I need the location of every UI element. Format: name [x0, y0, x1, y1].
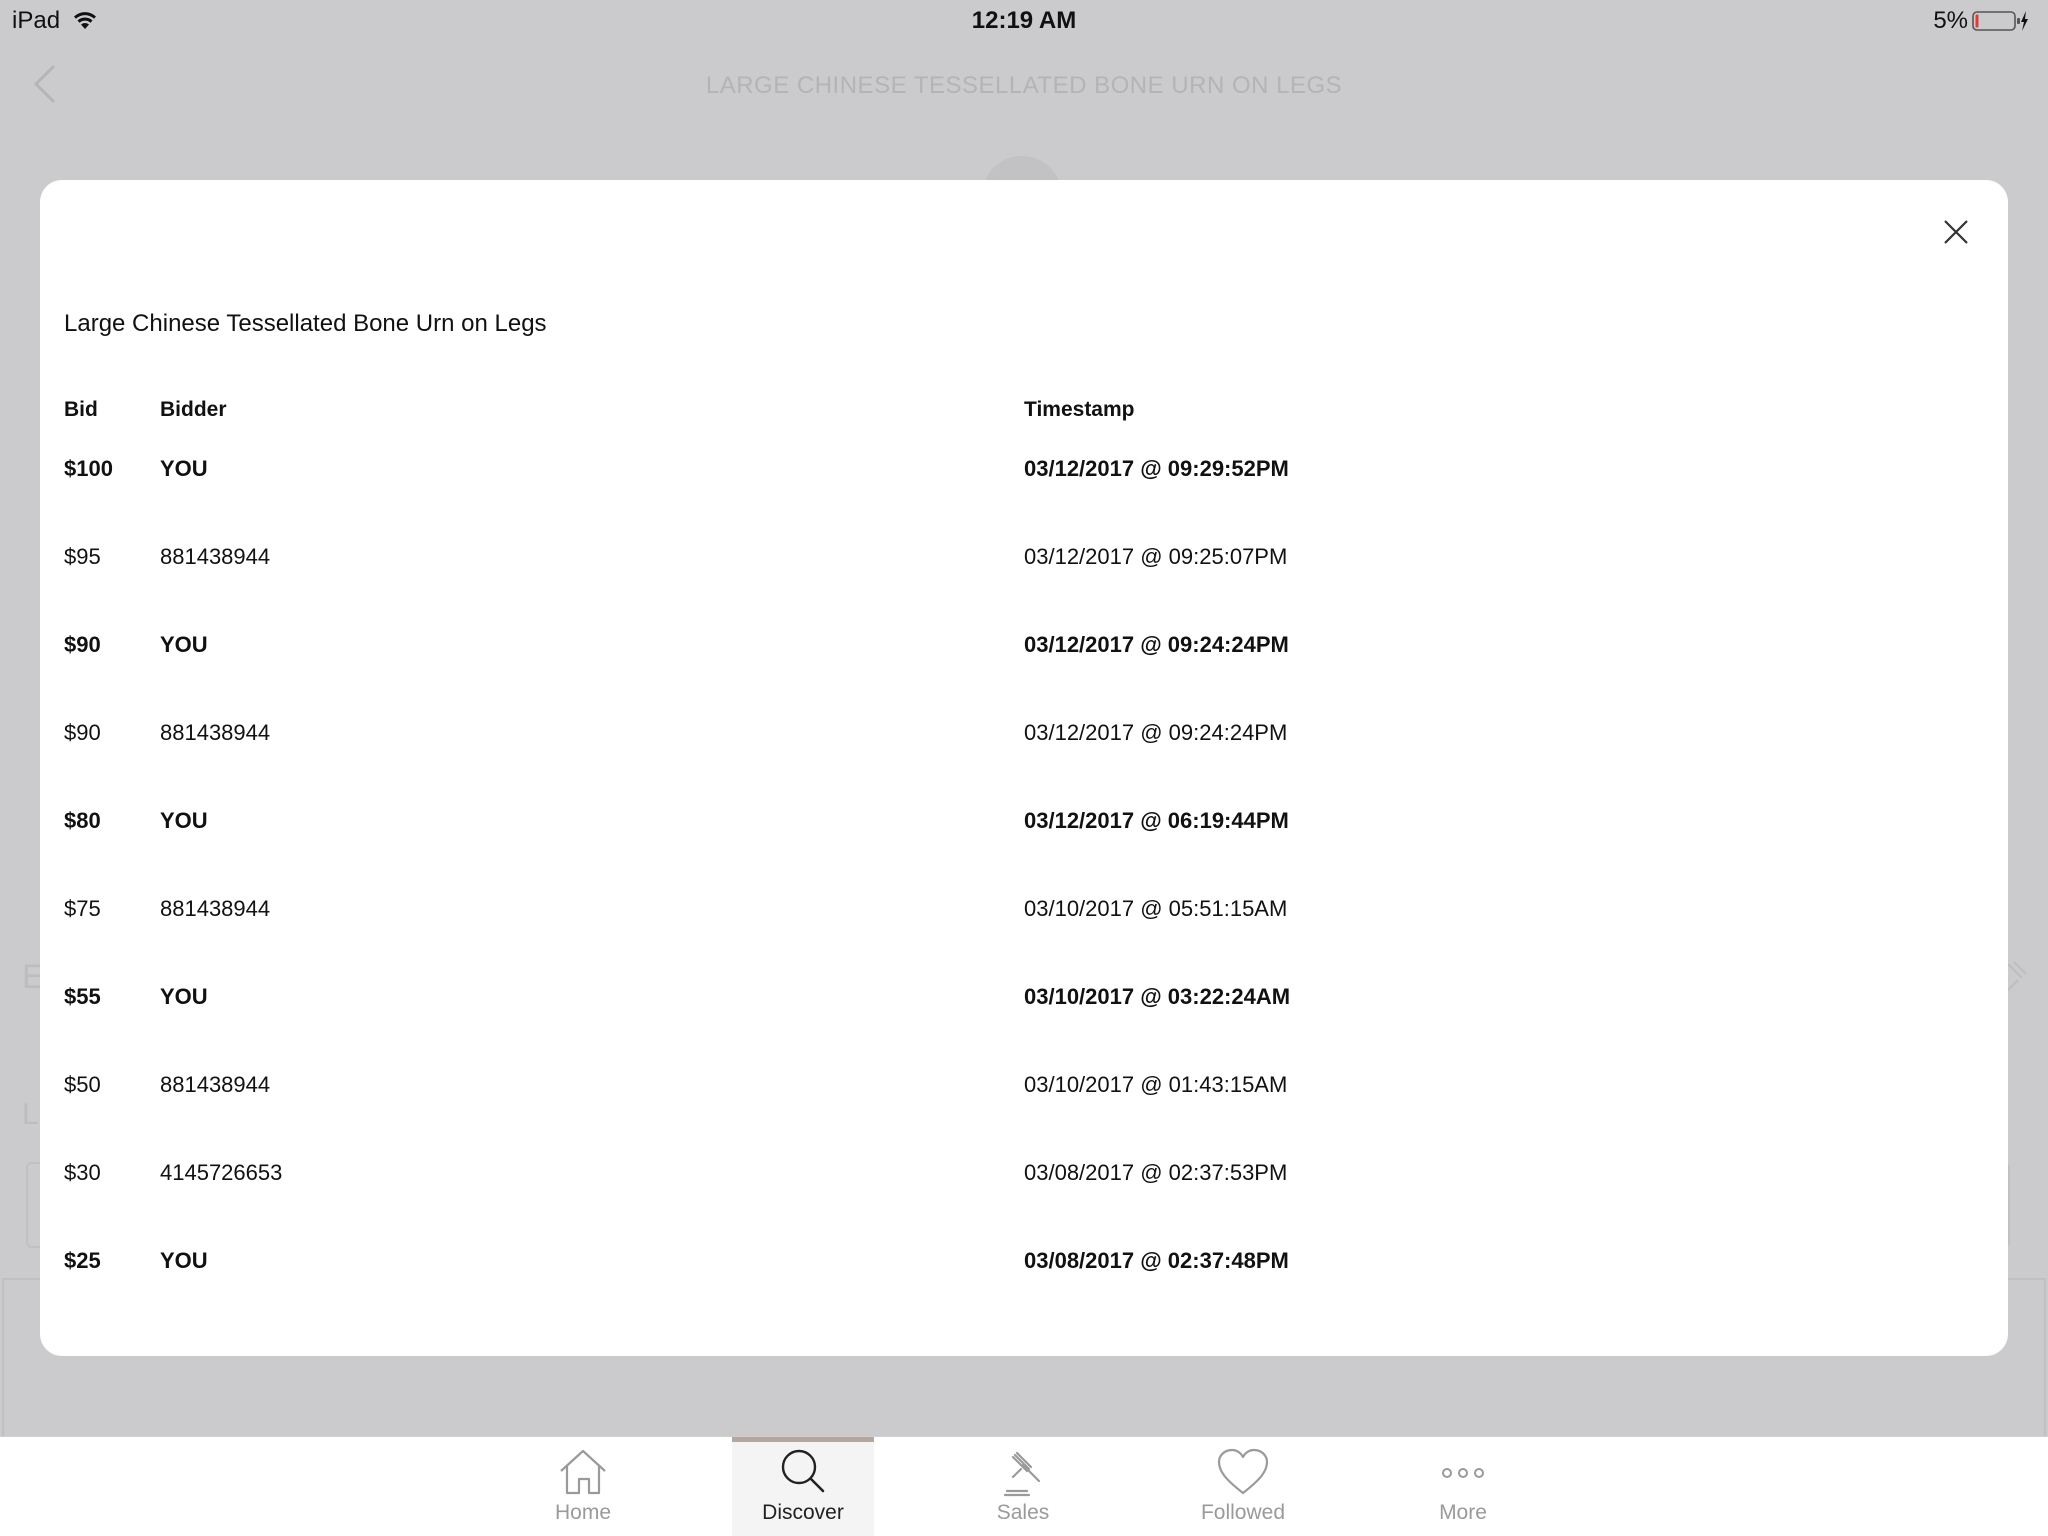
- table-row: $50 881438944 03/10/2017 @ 01:43:15AM: [64, 1072, 1964, 1160]
- table-row: $100 YOU 03/12/2017 @ 09:29:52PM: [64, 456, 1964, 544]
- bidder-id: 881438944: [160, 720, 271, 745]
- column-header-timestamp: Timestamp: [1024, 398, 1135, 421]
- table-row: $95 881438944 03/12/2017 @ 09:25:07PM: [64, 544, 1964, 632]
- close-icon: [1944, 220, 1968, 244]
- background-page-title: LARGE CHINESE TESSELLATED BONE URN ON LE…: [705, 72, 1343, 99]
- tab-label: Home: [554, 1501, 612, 1524]
- bidder-id: YOU: [160, 808, 208, 833]
- bidder-id: YOU: [160, 456, 208, 481]
- table-row: $75 881438944 03/10/2017 @ 05:51:15AM: [64, 896, 1964, 984]
- tab-followed[interactable]: Followed: [1172, 1437, 1314, 1536]
- bid-amount: $30: [64, 1160, 101, 1185]
- bidder-id: 4145726653: [160, 1160, 283, 1185]
- close-button[interactable]: [1934, 210, 1978, 254]
- bidder-id: YOU: [160, 1248, 208, 1273]
- column-header-bidder: Bidder: [160, 398, 227, 421]
- home-icon: [560, 1449, 606, 1495]
- bid-timestamp: 03/10/2017 @ 01:43:15AM: [1024, 1072, 1288, 1097]
- column-header-bid: Bid: [64, 398, 98, 421]
- battery-percentage: 5%: [1933, 7, 1968, 34]
- bid-amount: $75: [64, 896, 101, 921]
- heart-icon: [1217, 1448, 1269, 1495]
- background-text-fragment: L: [22, 1098, 39, 1131]
- bid-amount: $100: [64, 456, 113, 481]
- tab-bar: Home Discover Sales Followed More: [0, 1436, 2048, 1536]
- bidder-id: 881438944: [160, 544, 271, 569]
- bid-timestamp: 03/12/2017 @ 06:19:44PM: [1024, 808, 1289, 833]
- status-bar: iPad 12:19 AM 5%: [0, 0, 2048, 42]
- table-row: $90 881438944 03/12/2017 @ 09:24:24PM: [64, 720, 1964, 808]
- tab-label: Sales: [996, 1501, 1050, 1524]
- bid-history-table: Bid Bidder Timestamp $100 YOU 03/12/2017…: [64, 398, 1964, 1336]
- bid-timestamp: 03/12/2017 @ 09:25:07PM: [1024, 544, 1288, 569]
- battery-charging-icon: [1972, 11, 2028, 31]
- bid-history-modal: Large Chinese Tessellated Bone Urn on Le…: [40, 180, 2008, 1356]
- table-row: $55 YOU 03/10/2017 @ 03:22:24AM: [64, 984, 1964, 1072]
- bidder-id: YOU: [160, 984, 208, 1009]
- gavel-icon: [1003, 1451, 1041, 1497]
- table-header: Bid Bidder Timestamp: [64, 398, 1964, 456]
- more-dots-icon: [1442, 1468, 1484, 1478]
- bid-amount: $50: [64, 1072, 101, 1097]
- tab-discover[interactable]: Discover: [732, 1437, 874, 1536]
- bidder-id: YOU: [160, 632, 208, 657]
- table-row: $30 4145726653 03/08/2017 @ 02:37:53PM: [64, 1160, 1964, 1248]
- table-row: $90 YOU 03/12/2017 @ 09:24:24PM: [64, 632, 1964, 720]
- table-row: $80 YOU 03/12/2017 @ 06:19:44PM: [64, 808, 1964, 896]
- tab-more[interactable]: More: [1392, 1437, 1534, 1536]
- tab-sales[interactable]: Sales: [952, 1437, 1094, 1536]
- tab-label: Followed: [1200, 1501, 1286, 1524]
- bid-timestamp: 03/08/2017 @ 02:37:48PM: [1024, 1248, 1289, 1273]
- bid-timestamp: 03/10/2017 @ 03:22:24AM: [1024, 984, 1291, 1009]
- tab-home[interactable]: Home: [512, 1437, 654, 1536]
- bid-amount: $95: [64, 544, 101, 569]
- bid-amount: $55: [64, 984, 101, 1009]
- bid-amount: $25: [64, 1248, 101, 1273]
- bid-timestamp: 03/08/2017 @ 02:37:53PM: [1024, 1160, 1288, 1185]
- bid-timestamp: 03/12/2017 @ 09:24:24PM: [1024, 632, 1289, 657]
- search-icon: [781, 1449, 825, 1493]
- bid-amount: $90: [64, 720, 101, 745]
- table-row: $25 YOU 03/08/2017 @ 02:37:48PM: [64, 1248, 1964, 1336]
- bidder-id: 881438944: [160, 1072, 271, 1097]
- clock: 12:19 AM: [971, 7, 1077, 34]
- bidder-id: 881438944: [160, 896, 271, 921]
- bid-amount: $90: [64, 632, 101, 657]
- lot-title: Large Chinese Tessellated Bone Urn on Le…: [64, 310, 547, 337]
- tab-label: Discover: [762, 1501, 844, 1524]
- bid-timestamp: 03/12/2017 @ 09:24:24PM: [1024, 720, 1288, 745]
- bid-timestamp: 03/10/2017 @ 05:51:15AM: [1024, 896, 1288, 921]
- bid-timestamp: 03/12/2017 @ 09:29:52PM: [1024, 456, 1289, 481]
- bid-amount: $80: [64, 808, 101, 833]
- tab-label: More: [1439, 1501, 1487, 1524]
